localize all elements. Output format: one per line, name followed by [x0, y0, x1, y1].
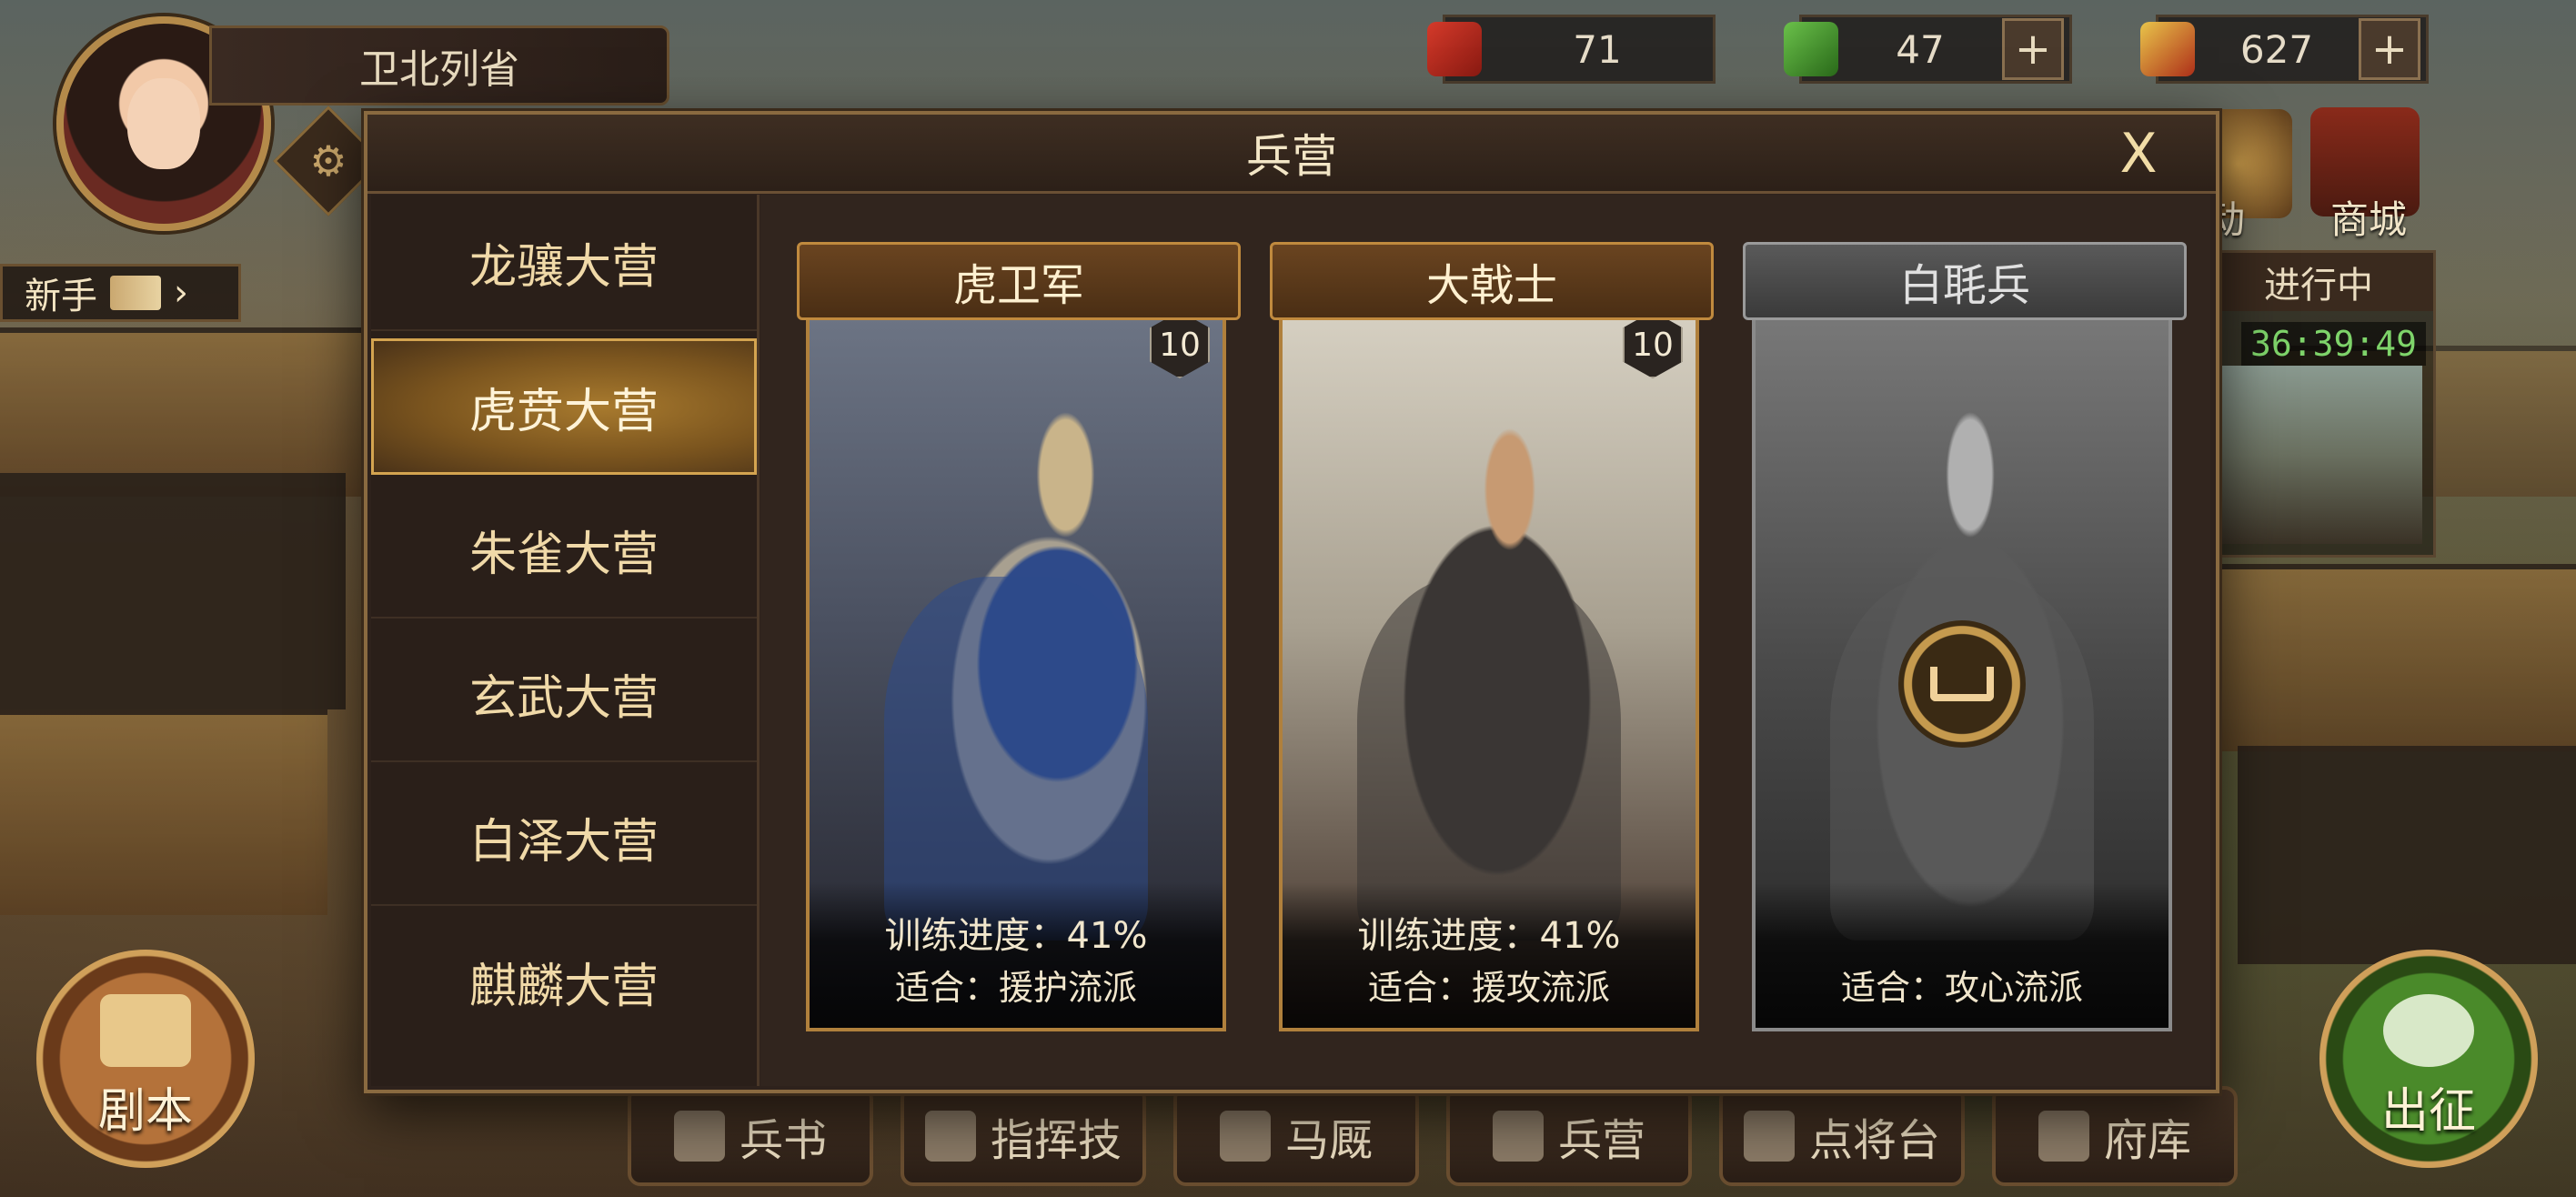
bottom-bar-treasury[interactable]: 府库: [1992, 1086, 2238, 1186]
expedition-label: 出征: [2380, 1084, 2476, 1139]
close-button[interactable]: X: [2107, 122, 2170, 186]
horse-icon: [1219, 1111, 1271, 1162]
countdown-timer: 36:39:49: [2240, 322, 2426, 366]
bottom-bar-label: 兵营: [1557, 1115, 1645, 1166]
tab-xuanwu-camp[interactable]: 玄武大营: [371, 626, 757, 762]
lock-icon: [1898, 620, 2026, 748]
unit-name: 大戟士: [1270, 242, 1714, 320]
player-name: 卫北列省: [209, 25, 669, 106]
red-token-icon: [1427, 22, 1482, 76]
script-button[interactable]: 剧本: [36, 950, 255, 1168]
newbie-label: 新手: [25, 276, 97, 317]
lock-glyph: [1930, 667, 1994, 701]
tab-zhuque-camp[interactable]: 朱雀大营: [371, 482, 757, 619]
avatar-face: [127, 78, 200, 169]
scroll-icon: [110, 276, 161, 310]
resource-value: 47: [1896, 26, 1945, 72]
dialog-title: 兵营: [1246, 130, 1337, 183]
unit-card-baierbing[interactable]: 白毦兵 适合：攻心流派: [1743, 242, 2187, 1031]
shop-label: 商城: [2330, 197, 2408, 242]
jade-icon: [1784, 22, 1838, 76]
dialog-header: 兵营 X: [367, 115, 2216, 194]
tab-huben-camp[interactable]: 虎贲大营: [371, 338, 757, 475]
suited-style: 适合：援攻流派: [1367, 968, 1610, 1008]
add-gold-button[interactable]: +: [2359, 18, 2420, 80]
camp-tab-list: 龙骧大营 虎贲大营 朱雀大营 玄武大营 白泽大营 麒麟大营: [371, 195, 760, 1086]
unit-card-frame: 适合：攻心流派: [1752, 297, 2172, 1031]
resource-value: 627: [2239, 26, 2314, 72]
general-platform-icon: [1743, 1111, 1795, 1162]
expedition-button[interactable]: 出征: [2319, 950, 2538, 1168]
command-icon: [924, 1111, 976, 1162]
unit-card-frame: 10 训练进度：41% 适合：援护流派: [806, 297, 1226, 1031]
tab-qilin-camp[interactable]: 麒麟大营: [371, 913, 757, 1050]
book-icon: [673, 1111, 725, 1162]
resource-gold: 627 +: [2140, 15, 2429, 84]
barracks-icon: [1492, 1111, 1544, 1162]
script-scroll-icon: [100, 994, 191, 1067]
battle-preview-image: [2211, 366, 2422, 544]
bottom-bar-label: 指挥技: [990, 1115, 1122, 1166]
bottom-bar-book[interactable]: 兵书: [628, 1086, 873, 1186]
resource-jade: 47 +: [1784, 15, 2072, 84]
resource-value: 71: [1573, 26, 1622, 72]
progress-panel[interactable]: 进行中 36:39:49: [2201, 250, 2436, 558]
bottom-bar-general-platform[interactable]: 点将台: [1719, 1086, 1965, 1186]
unit-name: 白毦兵: [1743, 242, 2187, 320]
horn-icon: [2383, 994, 2474, 1067]
bottom-bar-stable[interactable]: 马厩: [1173, 1086, 1419, 1186]
unit-name: 虎卫军: [797, 242, 1241, 320]
resource-red-token: 71: [1427, 15, 1716, 84]
bottom-bar-label: 府库: [2103, 1115, 2191, 1166]
gear-icon: ⚙: [309, 136, 347, 186]
tab-longxiang-camp[interactable]: 龙骧大营: [371, 195, 757, 331]
barracks-dialog: 兵营 X 龙骧大营 虎贲大营 朱雀大营 玄武大营 白泽大营 麒麟大营 虎卫军 1…: [364, 111, 2219, 1093]
suited-style: 适合：攻心流派: [1840, 968, 2083, 1008]
bottom-bar-label: 兵书: [739, 1115, 827, 1166]
treasury-icon: [2038, 1111, 2089, 1162]
unit-card-frame: 10 训练进度：41% 适合：援攻流派: [1279, 297, 1699, 1031]
script-label: 剧本: [97, 1084, 193, 1139]
training-progress: 训练进度：41%: [1357, 915, 1621, 957]
add-jade-button[interactable]: +: [2002, 18, 2064, 80]
unit-card-area: 虎卫军 10 训练进度：41% 适合：援护流派 大戟士 10 训练进度：41%: [760, 195, 2210, 1086]
bottom-bar-label: 点将台: [1808, 1115, 1940, 1166]
suited-style: 适合：援护流派: [894, 968, 1137, 1008]
bottom-bar-barracks[interactable]: 兵营: [1446, 1086, 1692, 1186]
bottom-bar-command[interactable]: 指挥技: [901, 1086, 1146, 1186]
progress-title: 进行中: [2204, 253, 2433, 311]
chevron-right-icon: ›: [174, 272, 188, 314]
tab-baize-camp[interactable]: 白泽大营: [371, 770, 757, 906]
gold-ingot-icon: [2140, 22, 2195, 76]
unit-card-huweijun[interactable]: 虎卫军 10 训练进度：41% 适合：援护流派: [797, 242, 1241, 1031]
training-progress: 训练进度：41%: [884, 915, 1148, 957]
newbie-button[interactable]: 新手 ›: [0, 264, 241, 322]
bottom-bar-label: 马厩: [1284, 1115, 1373, 1166]
unit-card-dajishi[interactable]: 大戟士 10 训练进度：41% 适合：援攻流派: [1270, 242, 1714, 1031]
